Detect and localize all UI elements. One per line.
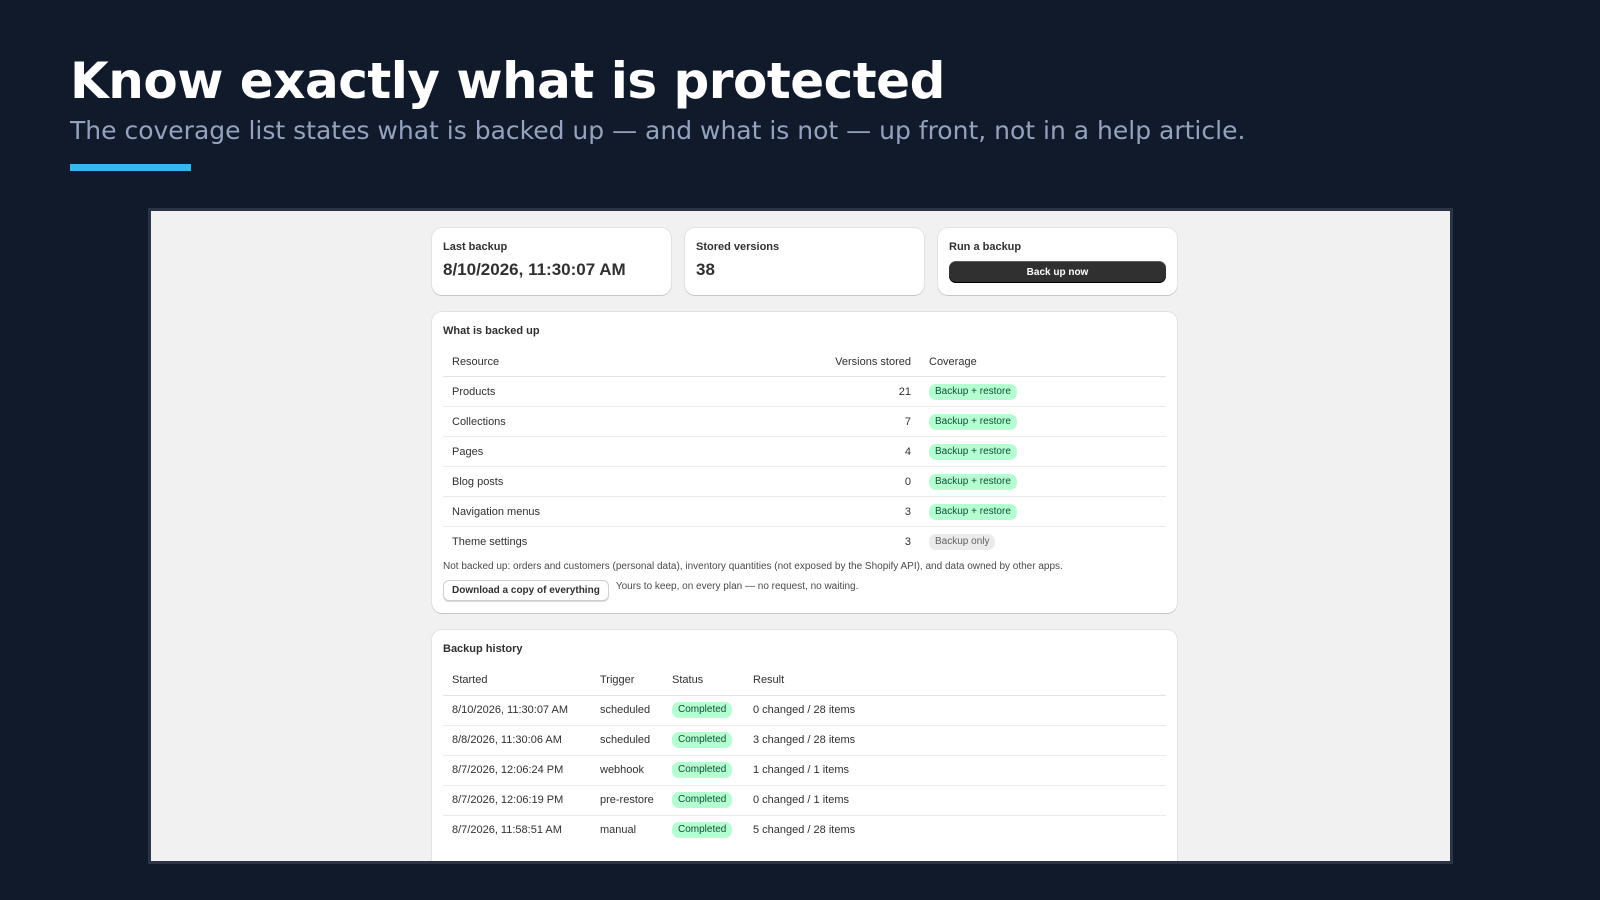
started-cell: 8/10/2026, 11:30:07 AM [443,695,591,726]
resource-name: Pages [443,436,790,467]
status-badge: Completed [672,702,733,718]
download-row: Download a copy of everything Yours to k… [443,579,1166,601]
trigger-cell: pre-restore [591,785,663,816]
table-row: Products 21 Backup + restore [443,376,1166,407]
run-backup-label: Run a backup [949,241,1022,253]
table-row: Collections 7 Backup + restore [443,406,1166,437]
history-card: Backup history Started Trigger Status Re… [432,629,1177,861]
resource-name: Collections [443,406,790,437]
result-cell: 3 changed / 28 items [744,725,1166,756]
back-up-now-button[interactable]: Back up now [949,261,1166,283]
result-cell: 0 changed / 1 items [744,785,1166,816]
column-header-resource: Resource [443,349,790,377]
started-cell: 8/8/2026, 11:30:06 AM [443,725,591,756]
last-backup-card: Last backup 8/10/2026, 11:30:07 AM [432,228,671,295]
versions-count: 4 [790,436,920,467]
trigger-cell: scheduled [591,695,663,726]
column-header-started: Started [443,666,591,696]
download-copy-button[interactable]: Download a copy of everything [443,579,609,601]
table-row: Navigation menus 3 Backup + restore [443,496,1166,527]
history-table: Started Trigger Status Result 8/10/2026,… [443,666,1166,846]
column-header-result: Result [744,666,1166,696]
stored-versions-label: Stored versions [696,241,780,253]
status-badge: Completed [672,822,733,839]
coverage-badge: Backup + restore [929,443,1017,460]
not-backed-up-note: Not backed up: orders and customers (per… [443,560,1063,572]
result-cell: 1 changed / 1 items [744,755,1166,786]
column-header-coverage: Coverage [920,349,1166,377]
table-row: Theme settings 3 Backup only [443,527,1166,557]
table-row: 8/8/2026, 11:30:06 AM scheduled Complete… [443,725,1166,756]
resource-name: Navigation menus [443,496,790,527]
table-row: 8/7/2026, 11:58:51 AM manual Completed 5… [443,815,1166,845]
status-badge: Completed [672,732,733,748]
app-screenshot-frame: Last backup 8/10/2026, 11:30:07 AM Store… [148,208,1453,864]
table-row: 8/7/2026, 12:06:24 PM webhook Completed … [443,755,1166,786]
status-badge: Completed [672,762,733,778]
stats-row: Last backup 8/10/2026, 11:30:07 AM Store… [432,228,1177,295]
column-header-trigger: Trigger [591,666,663,696]
accent-bar [70,164,191,171]
coverage-title: What is backed up [443,325,540,337]
app-content: Last backup 8/10/2026, 11:30:07 AM Store… [432,228,1177,861]
versions-count: 7 [790,406,920,437]
download-hint: Yours to keep, on every plan — no reques… [615,580,859,592]
slide-subtitle: The coverage list states what is backed … [70,116,1246,145]
coverage-badge: Backup + restore [929,503,1017,520]
coverage-badge: Backup + restore [929,473,1017,490]
column-header-status: Status [663,666,744,696]
status-badge: Completed [672,792,733,808]
versions-count: 0 [790,466,920,497]
trigger-cell: manual [600,824,637,837]
trigger-cell: scheduled [591,725,663,756]
versions-count: 21 [790,376,920,407]
coverage-badge: Backup + restore [929,383,1017,400]
started-cell: 8/7/2026, 12:06:19 PM [443,785,591,816]
started-cell: 8/7/2026, 11:58:51 AM [452,824,562,837]
column-header-versions: Versions stored [790,349,920,377]
trigger-cell: webhook [591,755,663,786]
coverage-badge: Backup only [929,533,996,550]
history-title: Backup history [443,642,523,655]
resource-name: Blog posts [443,466,790,497]
last-backup-label: Last backup [443,241,508,253]
resource-name: Theme settings [452,535,528,548]
stored-versions-value: 38 [696,260,715,279]
last-backup-value: 8/10/2026, 11:30:07 AM [443,260,626,279]
coverage-header-row: Resource Versions stored Coverage [443,349,1166,377]
result-cell: 0 changed / 28 items [744,695,1166,726]
table-row: Pages 4 Backup + restore [443,436,1166,467]
coverage-card: What is backed up Resource Versions stor… [432,312,1177,613]
slide-title: Know exactly what is protected [70,52,945,110]
versions-count: 3 [790,496,920,527]
coverage-table: Resource Versions stored Coverage Produc… [443,349,1166,557]
resource-name: Products [443,376,790,407]
coverage-badge: Backup + restore [929,413,1017,430]
run-backup-card: Run a backup Back up now [938,228,1177,295]
table-row: Blog posts 0 Backup + restore [443,466,1166,497]
table-row: 8/7/2026, 12:06:19 PM pre-restore Comple… [443,785,1166,816]
started-cell: 8/7/2026, 12:06:24 PM [443,755,591,786]
stored-versions-card: Stored versions 38 [685,228,924,295]
result-cell: 5 changed / 28 items [753,824,856,837]
versions-count: 3 [904,535,911,548]
table-row: 8/10/2026, 11:30:07 AM scheduled Complet… [443,695,1166,726]
history-header-row: Started Trigger Status Result [443,666,1166,696]
